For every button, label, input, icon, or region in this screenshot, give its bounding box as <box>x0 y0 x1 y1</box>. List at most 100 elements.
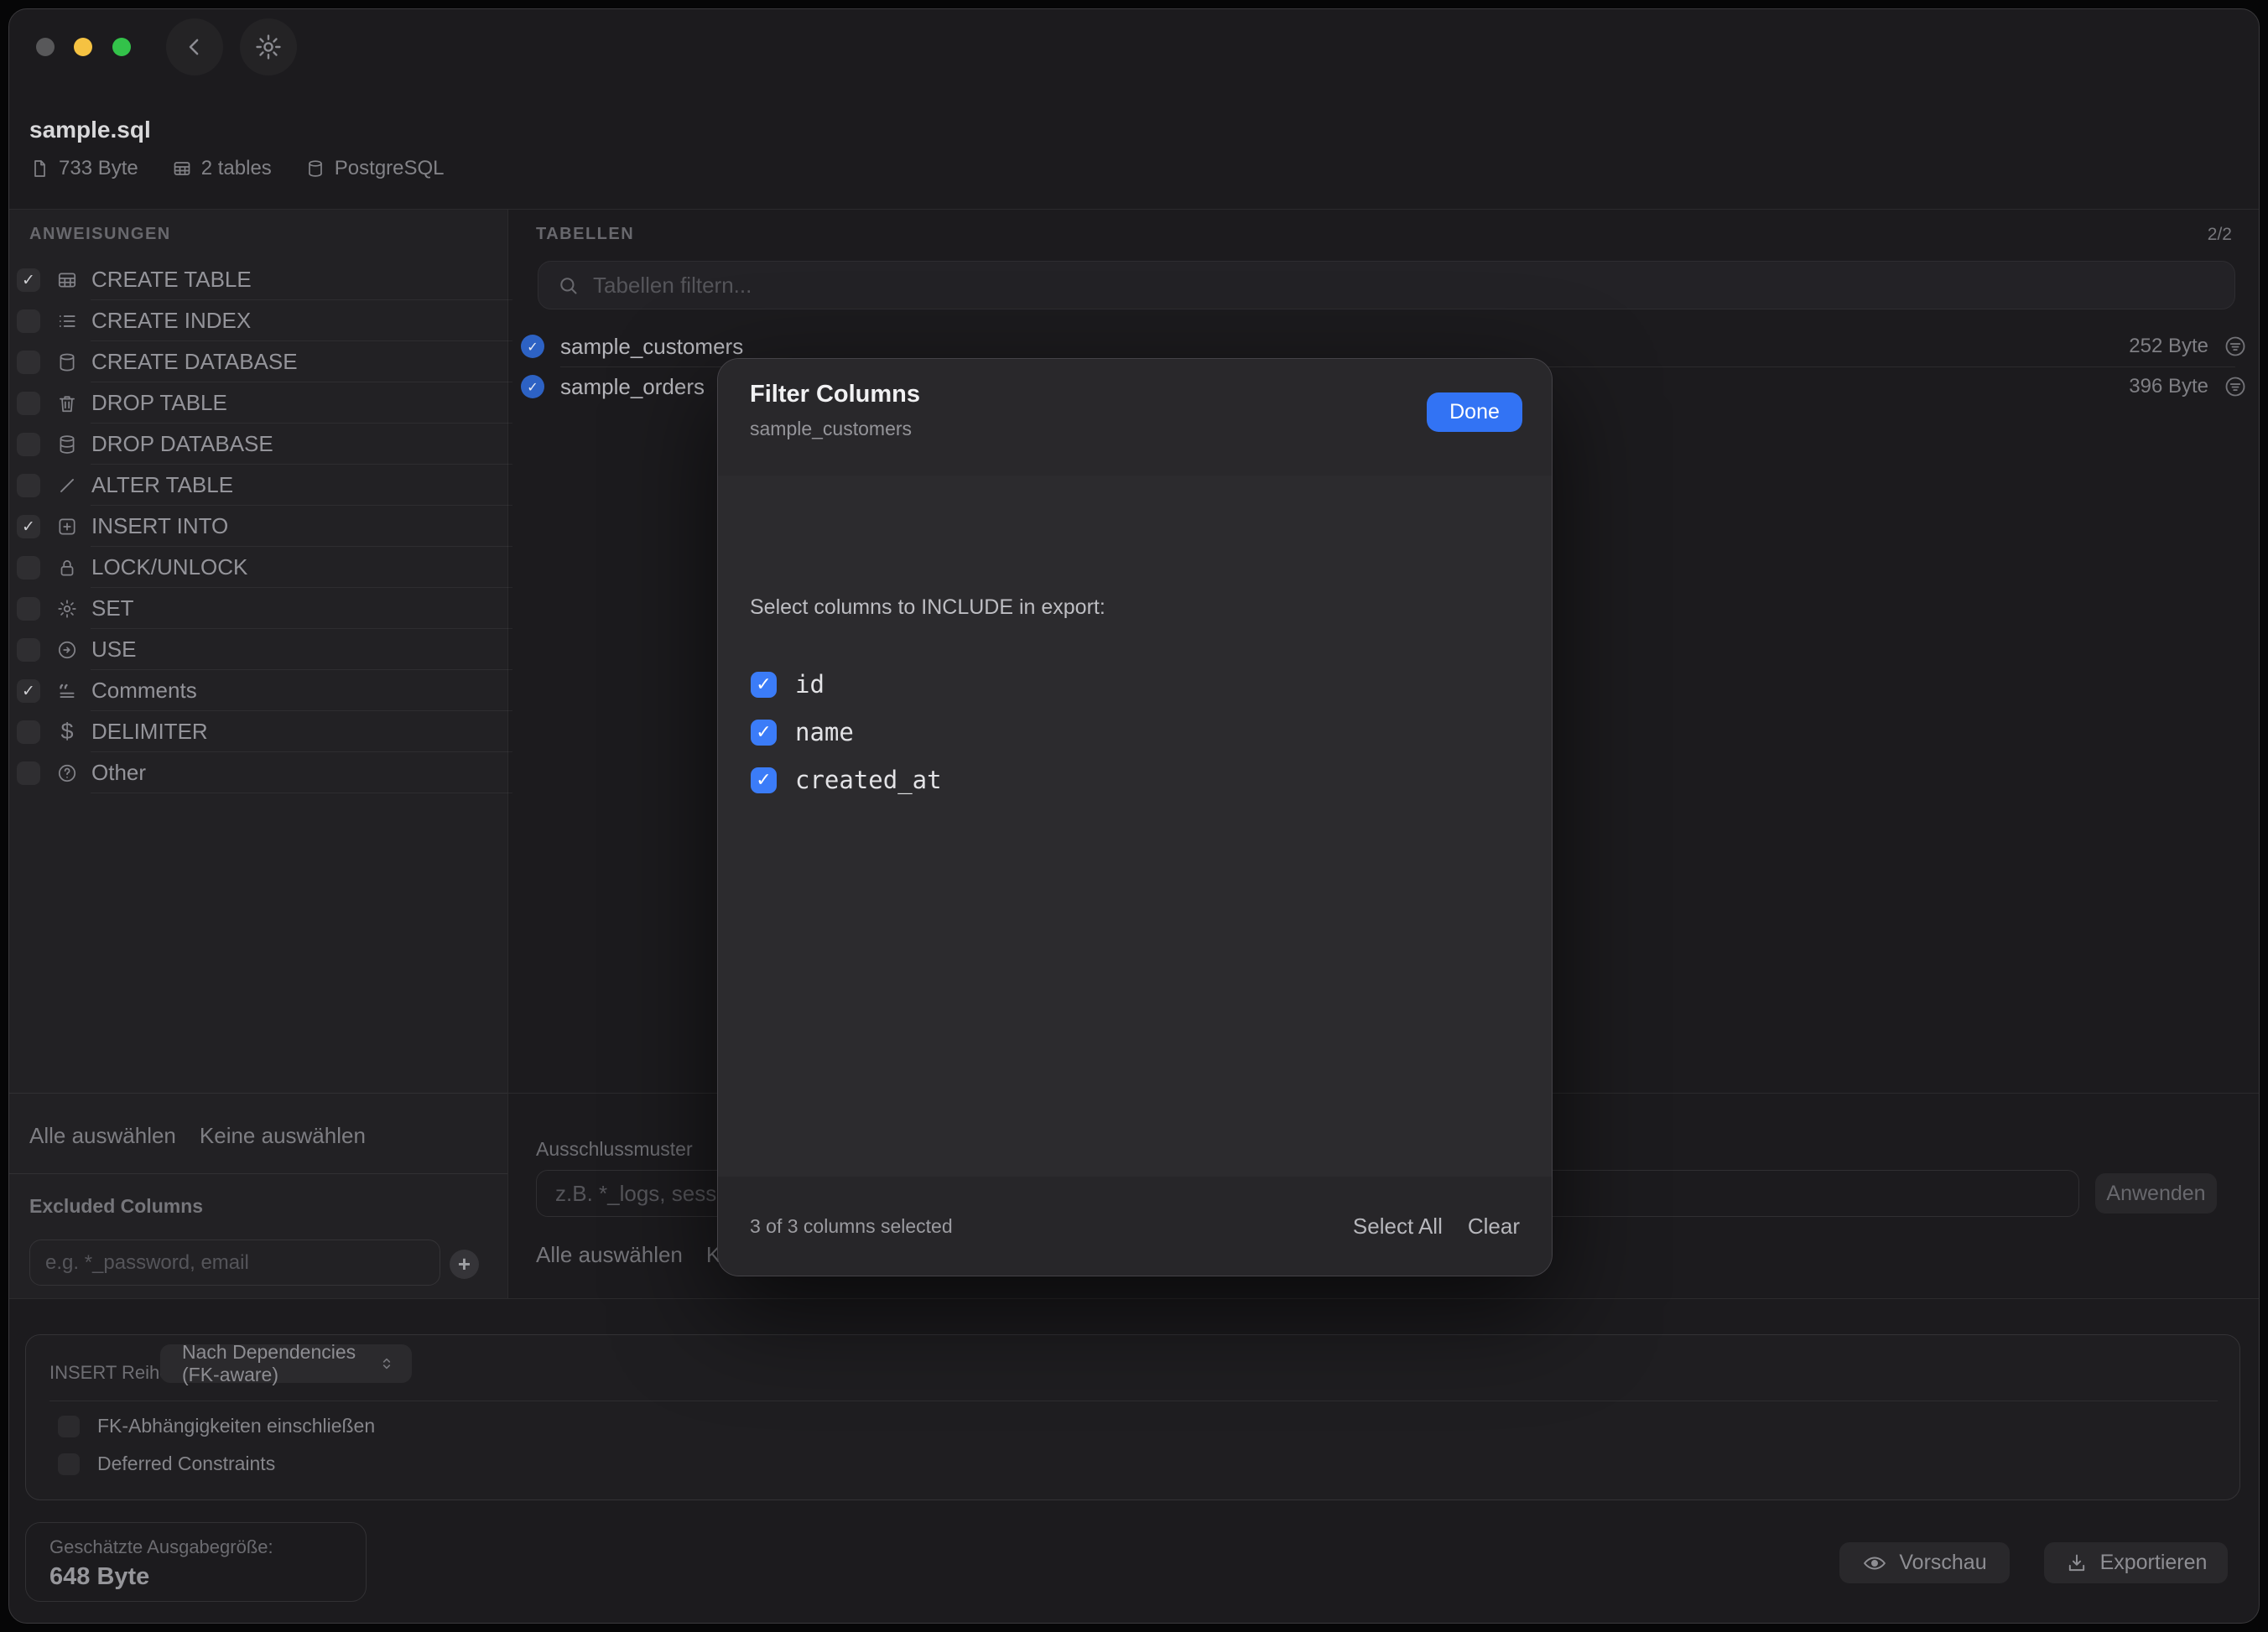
select-none-statements-link[interactable]: Keine auswählen <box>200 1123 366 1149</box>
preview-button-label: Vorschau <box>1899 1551 1986 1575</box>
clear-columns-link[interactable]: Clear <box>1468 1214 1520 1240</box>
done-button[interactable]: Done <box>1427 392 1522 432</box>
export-button[interactable]: Exportieren <box>2044 1542 2228 1583</box>
create-table-checkbox[interactable]: ✓ <box>17 268 40 292</box>
alter-table-checkbox[interactable]: ✓ <box>17 474 40 497</box>
sidebar-item-other[interactable]: ✓ Other <box>9 752 507 793</box>
filter-columns-icon[interactable] <box>2224 375 2247 398</box>
deferred-constraints-option[interactable]: ✓ Deferred Constraints <box>58 1453 275 1475</box>
statements-sidebar: ANWEISUNGEN ✓ CREATE TABLE ✓ CREATE INDE… <box>9 210 507 1298</box>
traffic-light-minimize[interactable] <box>74 38 92 56</box>
table-filter-input[interactable] <box>580 262 2234 309</box>
arrow-circle-icon <box>56 639 78 661</box>
sidebar-item-label: SET <box>91 595 134 621</box>
download-icon <box>2065 1551 2089 1575</box>
modal-body: Select columns to INCLUDE in export: ✓ i… <box>718 476 1552 1178</box>
sidebar-item-set[interactable]: ✓ SET <box>9 588 507 629</box>
column-row-name[interactable]: ✓ name <box>751 718 854 746</box>
column-checkbox-created-at[interactable]: ✓ <box>751 767 777 793</box>
gear-icon <box>254 33 283 61</box>
column-row-id[interactable]: ✓ id <box>751 670 824 699</box>
done-button-label: Done <box>1449 400 1500 424</box>
sidebar-item-comments[interactable]: ✓ Comments <box>9 670 507 711</box>
gear-icon <box>56 598 78 620</box>
exclusion-pattern-title: Ausschlussmuster <box>536 1138 693 1161</box>
sidebar-item-insert-into[interactable]: ✓ INSERT INTO <box>9 506 507 547</box>
sidebar-item-lock-unlock[interactable]: ✓ LOCK/UNLOCK <box>9 547 507 588</box>
estimated-size-box: Geschätzte Ausgabegröße: 648 Byte <box>25 1522 367 1602</box>
table-checked-icon[interactable]: ✓ <box>521 375 544 398</box>
question-circle-icon <box>56 762 78 784</box>
comments-checkbox[interactable]: ✓ <box>17 679 40 703</box>
tables-section-title: TABELLEN <box>536 225 634 244</box>
sidebar-item-create-database[interactable]: ✓ CREATE DATABASE <box>9 341 507 382</box>
select-all-statements-link[interactable]: Alle auswählen <box>29 1123 176 1149</box>
sidebar-item-drop-database[interactable]: ✓ DROP DATABASE <box>9 424 507 465</box>
column-row-created-at[interactable]: ✓ created_at <box>751 766 942 794</box>
insert-into-checkbox[interactable]: ✓ <box>17 515 40 538</box>
select-all-tables-link[interactable]: Alle auswählen <box>536 1242 683 1268</box>
column-checkbox-name[interactable]: ✓ <box>751 720 777 746</box>
export-button-label: Exportieren <box>2100 1551 2208 1575</box>
divider <box>9 1173 507 1174</box>
use-checkbox[interactable]: ✓ <box>17 638 40 662</box>
tables-counter: 2/2 <box>2208 225 2232 245</box>
insert-options-panel: INSERT Reihenfolge: Nach Dependencies (F… <box>25 1334 2240 1500</box>
sidebar-item-use[interactable]: ✓ USE <box>9 629 507 670</box>
sidebar-item-label: CREATE DATABASE <box>91 349 298 375</box>
deferred-constraints-checkbox[interactable]: ✓ <box>58 1453 80 1475</box>
select-all-columns-link[interactable]: Select All <box>1353 1214 1443 1240</box>
drop-database-checkbox[interactable]: ✓ <box>17 433 40 456</box>
table-filter-field[interactable] <box>538 261 2235 309</box>
drop-table-checkbox[interactable]: ✓ <box>17 392 40 415</box>
delimiter-checkbox[interactable]: ✓ <box>17 720 40 744</box>
sidebar-item-create-index[interactable]: ✓ CREATE INDEX <box>9 300 507 341</box>
pencil-icon <box>56 475 78 496</box>
fk-dependencies-option[interactable]: ✓ FK-Abhängigkeiten einschließen <box>58 1415 375 1437</box>
app-window: sample.sql 733 Byte 2 tables PostgreSQL … <box>8 8 2260 1624</box>
file-meta-row: 733 Byte 2 tables PostgreSQL <box>29 157 445 180</box>
lock-unlock-checkbox[interactable]: ✓ <box>17 556 40 580</box>
file-size-label: 733 Byte <box>59 157 138 180</box>
apply-button[interactable]: Anwenden <box>2095 1173 2217 1214</box>
sidebar-item-label: USE <box>91 637 136 663</box>
filter-columns-icon[interactable] <box>2224 335 2247 358</box>
traffic-light-zoom[interactable] <box>112 38 131 56</box>
list-icon <box>56 310 78 332</box>
file-title: sample.sql <box>29 117 151 143</box>
database-icon <box>56 434 78 455</box>
estimated-size-value: 648 Byte <box>49 1563 149 1591</box>
fk-dependencies-label: FK-Abhängigkeiten einschließen <box>97 1415 375 1437</box>
table-checked-icon[interactable]: ✓ <box>521 335 544 358</box>
add-excluded-column-button[interactable]: + <box>450 1250 479 1279</box>
insert-order-dropdown[interactable]: Nach Dependencies (FK-aware) <box>160 1344 412 1383</box>
column-checkbox-id[interactable]: ✓ <box>751 672 777 698</box>
create-index-checkbox[interactable]: ✓ <box>17 309 40 333</box>
back-button[interactable] <box>166 18 223 75</box>
database-icon <box>305 159 325 179</box>
table-size: 252 Byte <box>2129 335 2208 358</box>
sidebar-item-label: DROP TABLE <box>91 390 227 416</box>
quote-icon <box>56 680 78 702</box>
sidebar-item-drop-table[interactable]: ✓ DROP TABLE <box>9 382 507 424</box>
set-checkbox[interactable]: ✓ <box>17 597 40 621</box>
selection-status: 3 of 3 columns selected <box>750 1215 953 1238</box>
file-icon <box>29 159 49 179</box>
table-count-label: 2 tables <box>201 157 272 180</box>
fk-dependencies-checkbox[interactable]: ✓ <box>58 1416 80 1437</box>
sidebar-item-delimiter[interactable]: ✓ $ DELIMITER <box>9 711 507 752</box>
sidebar-item-alter-table[interactable]: ✓ ALTER TABLE <box>9 465 507 506</box>
check-icon: ✓ <box>22 271 35 289</box>
table-icon <box>56 269 78 291</box>
create-database-checkbox[interactable]: ✓ <box>17 351 40 374</box>
settings-button[interactable] <box>240 18 297 75</box>
traffic-light-close[interactable] <box>36 38 55 56</box>
sidebar-item-create-table[interactable]: ✓ CREATE TABLE <box>9 259 507 300</box>
statements-section-title: ANWEISUNGEN <box>29 225 171 244</box>
excluded-columns-input[interactable] <box>29 1240 440 1286</box>
estimated-size-label: Geschätzte Ausgabegröße: <box>49 1536 273 1558</box>
preview-button[interactable]: Vorschau <box>1839 1542 2010 1583</box>
other-checkbox[interactable]: ✓ <box>17 761 40 785</box>
modal-instruction: Select columns to INCLUDE in export: <box>750 595 1105 620</box>
check-icon: ✓ <box>22 682 35 700</box>
